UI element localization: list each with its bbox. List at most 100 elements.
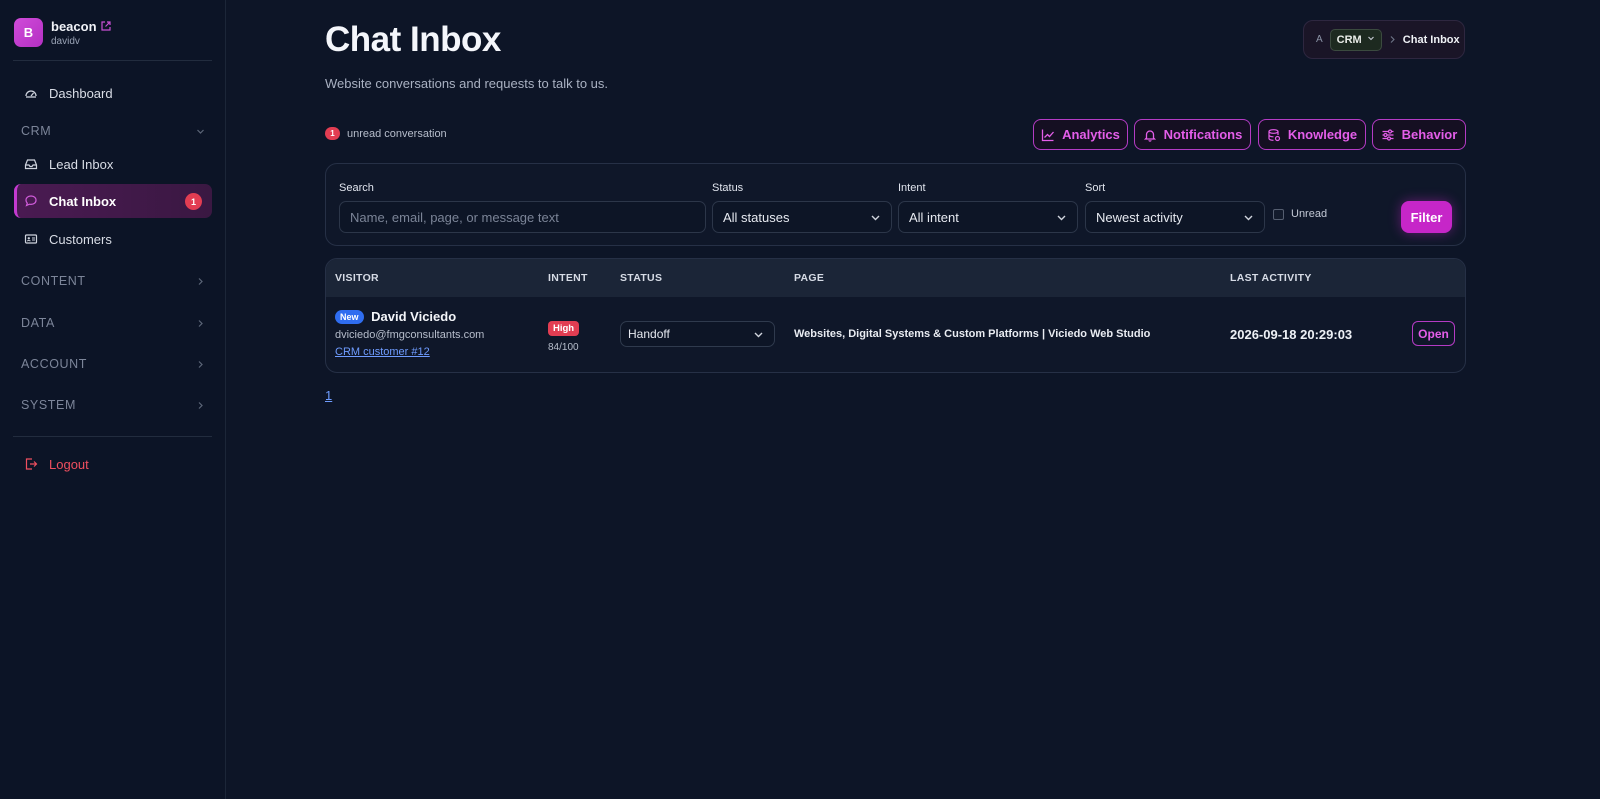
unread-filter-checkbox[interactable]: Unread	[1273, 208, 1327, 220]
sidebar-section-system[interactable]: SYSTEM	[21, 395, 205, 415]
column-header-page: PAGE	[794, 272, 825, 284]
chevron-down-icon	[196, 127, 205, 136]
breadcrumb-crm-dropdown[interactable]: CRM	[1329, 28, 1382, 51]
visitor-name: David Viciedo	[371, 309, 457, 324]
behavior-label: Behavior	[1401, 127, 1458, 142]
sidebar-item-label: Customers	[49, 231, 112, 247]
intent-filter-label: Intent	[898, 182, 926, 194]
logout-label: Logout	[49, 456, 89, 472]
chevron-down-icon	[1367, 34, 1375, 42]
sidebar-divider	[13, 60, 212, 61]
sidebar-item-customers[interactable]: Customers	[14, 222, 212, 256]
section-label: CRM	[21, 124, 52, 138]
page-subtitle: Website conversations and requests to ta…	[325, 76, 609, 91]
logout-icon	[23, 456, 39, 472]
brand-logo: B	[14, 18, 43, 47]
bell-icon	[1143, 128, 1157, 142]
row-status-select[interactable]: Handoff	[620, 321, 775, 347]
row-status-value: Handoff	[628, 327, 670, 341]
sidebar: B beacon davidv Dashboard CRM Lead Inbox	[0, 0, 226, 799]
breadcrumb-current: Chat Inbox	[1402, 33, 1460, 46]
analytics-button[interactable]: Analytics	[1033, 119, 1128, 150]
id-card-icon	[23, 231, 39, 247]
column-header-status: STATUS	[620, 272, 663, 284]
sidebar-section-crm[interactable]: CRM	[21, 121, 205, 141]
new-badge: New	[335, 310, 364, 324]
external-link-icon[interactable]	[100, 21, 111, 31]
intent-cell: High 84/100	[548, 319, 580, 353]
knowledge-button[interactable]: Knowledge	[1258, 119, 1366, 150]
main-content: Chat Inbox Website conversations and req…	[226, 0, 1600, 799]
chevron-down-icon	[753, 329, 764, 340]
conversations-table: VISITOR INTENT STATUS PAGE LAST ACTIVITY…	[325, 258, 1466, 373]
sidebar-section-content[interactable]: CONTENT	[21, 271, 205, 291]
visitor-cell: New David Viciedo dviciedo@fmgconsultant…	[335, 309, 484, 358]
brand-name: beacon	[51, 18, 97, 34]
intent-score: 84/100	[548, 342, 579, 353]
checkbox-box[interactable]	[1273, 208, 1284, 220]
filter-panel: Search Name, email, page, or message tex…	[325, 163, 1466, 246]
chevron-down-icon	[870, 212, 881, 223]
sort-select[interactable]: Newest activity	[1085, 201, 1265, 233]
pagination-page-link[interactable]: 1	[325, 388, 332, 403]
unread-badge: 1	[325, 127, 340, 140]
brand-username: davidv	[51, 35, 80, 47]
open-conversation-button[interactable]: Open	[1412, 321, 1455, 346]
breadcrumb-home[interactable]: A	[1316, 34, 1323, 45]
chevron-down-icon	[1056, 212, 1067, 223]
sidebar-item-lead-inbox[interactable]: Lead Inbox	[14, 147, 212, 181]
filter-button[interactable]: Filter	[1401, 201, 1452, 233]
chevron-right-icon	[196, 319, 205, 328]
sidebar-section-account[interactable]: ACCOUNT	[21, 354, 205, 374]
chevron-right-icon	[196, 360, 205, 369]
sort-value: Newest activity	[1096, 209, 1183, 225]
status-filter-label: Status	[712, 182, 744, 194]
search-label: Search	[339, 182, 374, 194]
notifications-button[interactable]: Notifications	[1134, 119, 1251, 150]
intent-filter-select[interactable]: All intent	[898, 201, 1078, 233]
breadcrumb: A CRM Chat Inbox	[1303, 20, 1465, 59]
crm-customer-link[interactable]: CRM customer #12	[335, 346, 484, 358]
search-input[interactable]: Name, email, page, or message text	[339, 201, 706, 233]
logout-button[interactable]: Logout	[14, 447, 212, 481]
chat-bubble-icon	[23, 193, 39, 209]
chevron-down-icon	[1243, 212, 1254, 223]
brand[interactable]: B beacon davidv	[14, 18, 111, 47]
sidebar-item-dashboard[interactable]: Dashboard	[14, 76, 212, 110]
status-filter-value: All statuses	[723, 209, 790, 225]
intent-filter-value: All intent	[909, 209, 959, 225]
status-filter-select[interactable]: All statuses	[712, 201, 892, 233]
behavior-button[interactable]: Behavior	[1372, 119, 1466, 150]
column-header-visitor: VISITOR	[335, 272, 379, 284]
sidebar-item-label: Dashboard	[49, 85, 113, 101]
chevron-right-icon	[196, 277, 205, 286]
inbox-tray-icon	[23, 156, 39, 172]
page-title-cell: Websites, Digital Systems & Custom Platf…	[794, 328, 1151, 340]
sidebar-item-label: Lead Inbox	[49, 156, 114, 172]
sidebar-item-chat-inbox[interactable]: Chat Inbox 1	[14, 184, 212, 218]
unread-count-badge: 1	[185, 193, 202, 210]
section-label: DATA	[21, 316, 55, 330]
section-label: CONTENT	[21, 274, 86, 288]
intent-level-badge: High	[548, 321, 580, 336]
table-header: VISITOR INTENT STATUS PAGE LAST ACTIVITY	[326, 259, 1465, 297]
dashboard-gauge-icon	[23, 85, 39, 101]
chevron-right-icon	[196, 401, 205, 410]
breadcrumb-crm-label: CRM	[1336, 33, 1362, 46]
unread-summary: 1 unread conversation	[325, 127, 447, 140]
sort-label: Sort	[1085, 182, 1106, 194]
visitor-email: dviciedo@fmgconsultants.com	[335, 329, 485, 341]
section-label: SYSTEM	[21, 398, 76, 412]
breadcrumb-separator-icon	[1389, 35, 1396, 44]
notifications-label: Notifications	[1163, 127, 1243, 142]
analytics-label: Analytics	[1062, 127, 1120, 142]
database-icon	[1267, 128, 1281, 142]
sidebar-item-label: Chat Inbox	[49, 193, 117, 209]
unread-label: unread conversation	[347, 127, 447, 140]
chart-line-icon	[1041, 128, 1055, 142]
last-activity-cell: 2026-09-18 20:29:03	[1230, 327, 1353, 342]
column-header-last-activity: LAST ACTIVITY	[1230, 272, 1312, 284]
sidebar-section-data[interactable]: DATA	[21, 313, 205, 333]
knowledge-label: Knowledge	[1287, 127, 1358, 142]
page-title: Chat Inbox	[325, 20, 501, 59]
